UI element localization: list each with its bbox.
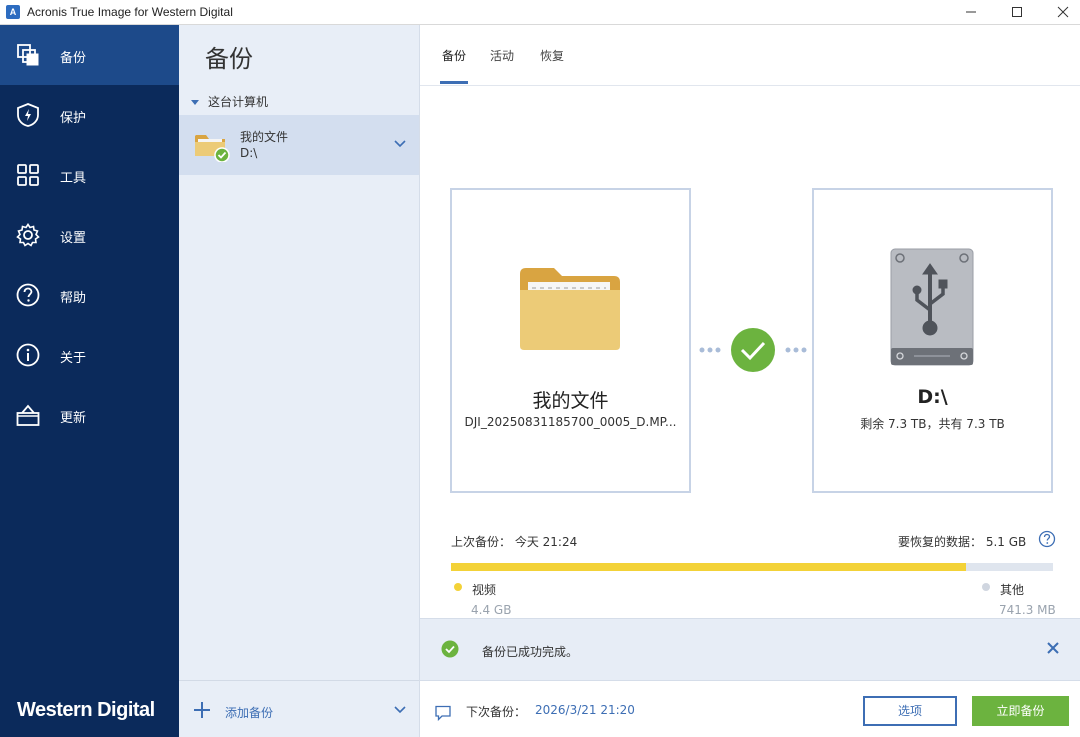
close-notification-icon[interactable] — [1046, 641, 1060, 655]
shopping-bag-icon — [16, 404, 40, 426]
tab-recovery[interactable]: 恢复 — [540, 47, 564, 64]
window-title: Acronis True Image for Western Digital — [27, 5, 233, 19]
nav-label: 保护 — [60, 111, 87, 126]
nav-item-backup[interactable]: 备份 — [0, 25, 179, 85]
nav-item-settings[interactable]: 设置 — [0, 205, 179, 265]
connector-dots-left — [699, 347, 721, 353]
last-backup-value: 今天 21:24 — [514, 535, 578, 549]
last-backup-info: 上次备份： 今天 21:24 — [451, 533, 577, 550]
backup-connector — [699, 328, 807, 372]
help-icon — [16, 283, 40, 307]
caret-down-icon — [191, 100, 199, 105]
nav-item-update[interactable]: 更新 — [0, 385, 179, 445]
source-name: 我的文件 — [532, 390, 609, 412]
app-logo-icon: A — [6, 5, 20, 19]
legend-label-video: 视频 — [472, 583, 497, 597]
main-content: 备份 活动 恢复 我的文件 DJI_20250831185700_0005_D.… — [420, 25, 1080, 737]
destination-detail: 剩余 7.3 TB，共有 7.3 TB — [860, 417, 1005, 431]
tab-backup[interactable]: 备份 — [442, 47, 466, 64]
options-button[interactable]: 选项 — [863, 696, 957, 726]
chevron-down-icon[interactable] — [394, 706, 406, 714]
plus-icon — [194, 702, 210, 718]
nav-label: 设置 — [60, 231, 87, 246]
success-check-icon — [731, 328, 775, 372]
active-tab-indicator — [440, 81, 468, 84]
destination-name: D:\ — [917, 386, 948, 408]
check-circle-icon — [441, 640, 459, 658]
group-this-computer[interactable]: 这台计算机 — [191, 93, 268, 110]
connector-dots-right — [785, 347, 807, 353]
legend-label-other: 其他 — [1000, 583, 1025, 597]
backup-icon — [17, 44, 39, 66]
tab-bar: 备份 活动 恢复 — [420, 25, 1080, 86]
legend-dot-video — [454, 583, 462, 591]
info-icon — [16, 343, 40, 367]
next-backup-date[interactable]: 2026/3/21 21:20 — [535, 703, 635, 717]
maximize-icon — [1012, 7, 1022, 17]
success-notification: 备份已成功完成。 — [420, 618, 1080, 680]
minimize-icon — [966, 11, 976, 13]
backup-item-name: 我的文件 — [240, 130, 289, 144]
usb-drive-icon — [890, 248, 974, 366]
close-icon — [1057, 6, 1069, 18]
brand-logo: Western Digital — [17, 699, 155, 721]
recover-data-info: 要恢复的数据： 5.1 GB — [898, 533, 1026, 550]
legend-value-other: 741.3 MB — [999, 603, 1056, 617]
backup-list-item[interactable]: 我的文件 D:\ — [179, 115, 419, 175]
folder-check-icon — [195, 135, 230, 162]
backup-item-path: D:\ — [240, 146, 258, 160]
nav-label: 备份 — [60, 51, 87, 66]
backup-list-panel: 备份 这台计算机 我的文件 D:\ 添加备份 — [179, 25, 420, 737]
gear-icon — [16, 223, 40, 247]
nav-item-help[interactable]: 帮助 — [0, 265, 179, 325]
recover-data-value: 5.1 GB — [985, 535, 1027, 549]
tab-activity[interactable]: 活动 — [490, 47, 514, 64]
nav-item-protection[interactable]: 保护 — [0, 85, 179, 145]
title-bar: A Acronis True Image for Western Digital — [0, 0, 1080, 25]
notification-text: 备份已成功完成。 — [482, 645, 579, 659]
maximize-button[interactable] — [994, 0, 1040, 25]
legend-value-video: 4.4 GB — [471, 603, 512, 617]
nav-label: 工具 — [60, 171, 87, 186]
backup-source-card[interactable]: 我的文件 DJI_20250831185700_0005_D.MP... — [450, 188, 691, 493]
add-backup-label: 添加备份 — [225, 706, 274, 720]
nav-label: 帮助 — [60, 291, 87, 306]
tools-grid-icon — [17, 164, 39, 186]
recover-data-label: 要恢复的数据： — [898, 535, 983, 549]
nav-label: 更新 — [60, 411, 87, 426]
chat-icon[interactable] — [434, 705, 452, 721]
next-backup-label: 下次备份： — [466, 705, 527, 719]
folder-icon — [520, 268, 620, 350]
page-title: 备份 — [205, 45, 253, 73]
footer-bar: 下次备份： 2026/3/21 21:20 选项 立即备份 — [420, 680, 1080, 737]
backup-destination-card[interactable]: D:\ 剩余 7.3 TB，共有 7.3 TB — [812, 188, 1053, 493]
video-size-fill — [451, 563, 966, 571]
minimize-button[interactable] — [948, 0, 994, 25]
legend-dot-other — [982, 583, 990, 591]
main-navigation: 备份 保护 工具 设置 帮助 关于 更新 Western Digital — [0, 25, 179, 737]
nav-item-tools[interactable]: 工具 — [0, 145, 179, 205]
close-window-button[interactable] — [1040, 0, 1080, 25]
backup-now-button[interactable]: 立即备份 — [972, 696, 1069, 726]
chevron-down-icon[interactable] — [394, 140, 406, 148]
data-size-bar — [451, 563, 1053, 571]
nav-item-about[interactable]: 关于 — [0, 325, 179, 385]
last-backup-label: 上次备份： — [451, 535, 512, 549]
nav-label: 关于 — [60, 351, 87, 366]
group-label: 这台计算机 — [208, 95, 269, 109]
question-icon[interactable] — [1038, 530, 1056, 548]
add-backup-button[interactable]: 添加备份 — [179, 680, 419, 737]
shield-icon — [17, 103, 39, 127]
source-detail: DJI_20250831185700_0005_D.MP... — [464, 415, 677, 429]
